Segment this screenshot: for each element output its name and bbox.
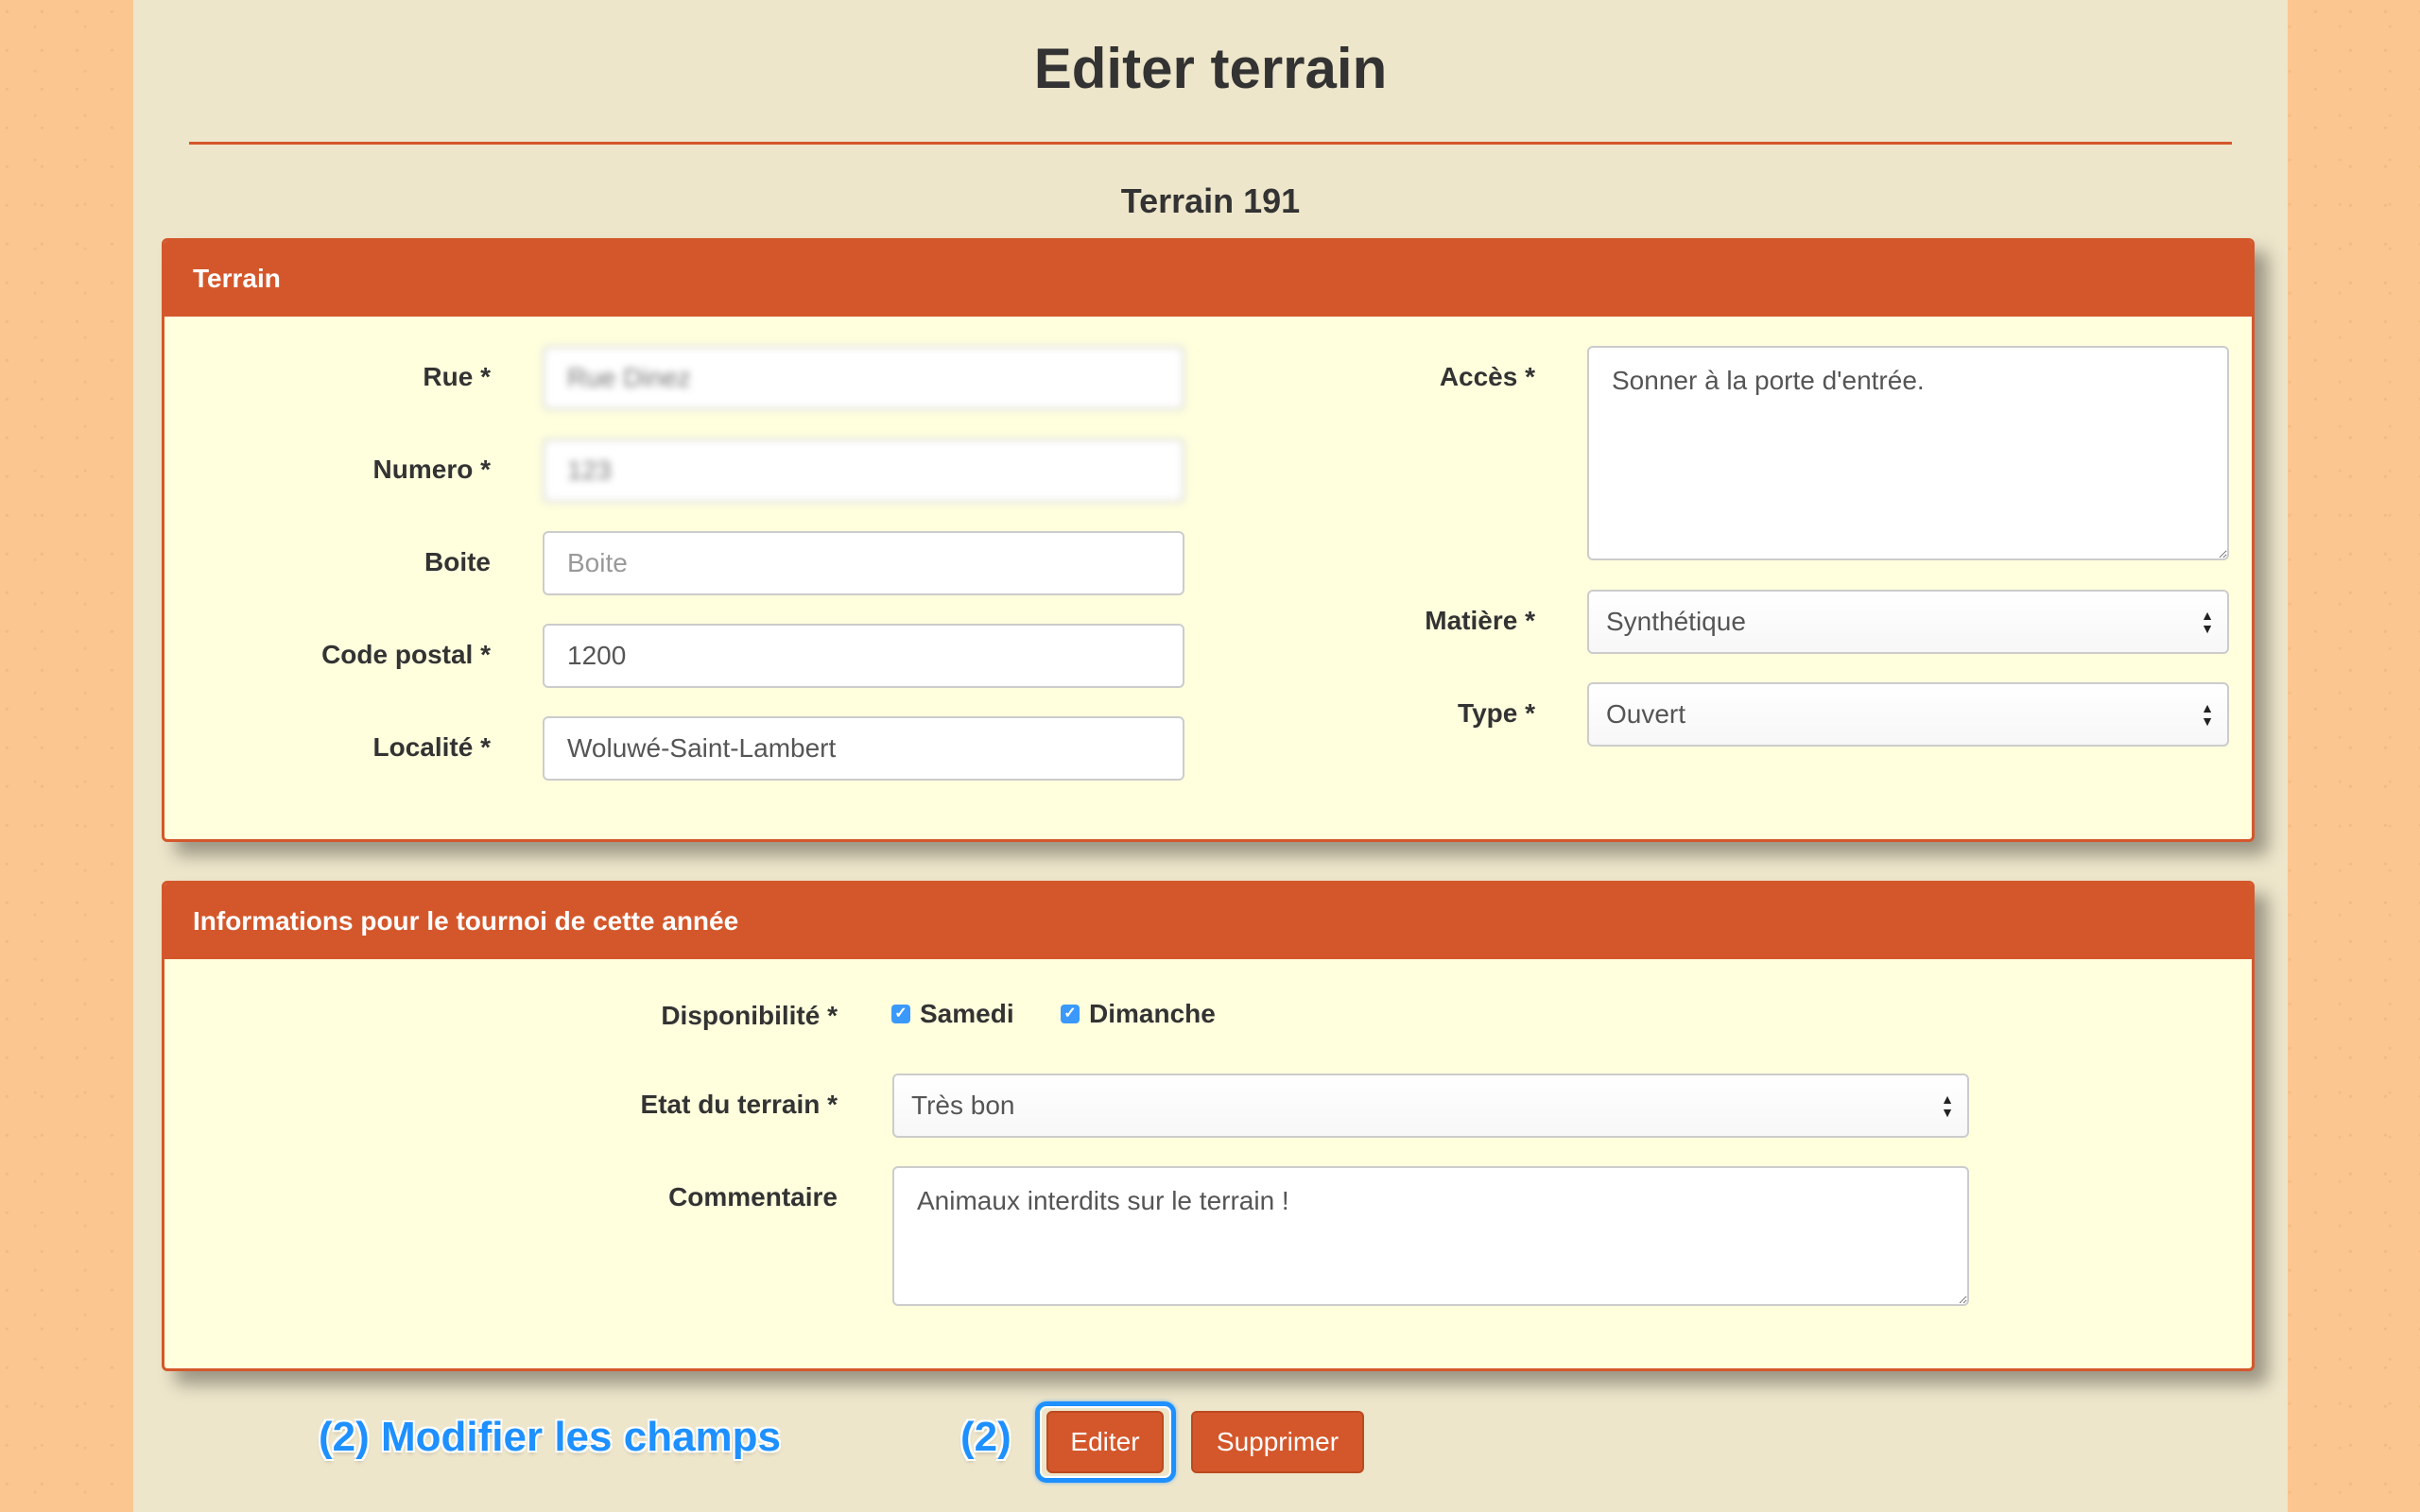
commentaire-label: Commentaire — [668, 1182, 838, 1211]
check-icon[interactable]: ✓ — [891, 1005, 910, 1023]
acces-label: Accès * — [1439, 362, 1535, 391]
localite-label: Localité * — [372, 732, 491, 762]
numero-label: Numero * — [372, 455, 491, 484]
matiere-select-value: Synthétique — [1606, 607, 1746, 636]
dimanche-checkbox-group[interactable]: ✓ Dimanche — [1061, 999, 1216, 1029]
page-title: Editer terrain — [1033, 37, 1388, 100]
supprimer-button[interactable]: Supprimer — [1191, 1411, 1364, 1473]
matiere-label: Matière * — [1425, 606, 1535, 635]
etat-select-value: Très bon — [911, 1091, 1015, 1120]
etat-label: Etat du terrain * — [640, 1090, 838, 1119]
type-select[interactable]: Ouvert ▲ ▼ — [1587, 682, 2229, 747]
type-select-value: Ouvert — [1606, 699, 1686, 729]
rue-input[interactable] — [543, 346, 1184, 410]
dimanche-label: Dimanche — [1089, 999, 1216, 1028]
step-marker: (2) — [960, 1414, 1011, 1460]
terrain-panel: Terrain Rue * Numero * Boite Code postal… — [162, 238, 2255, 842]
boite-label: Boite — [424, 547, 491, 576]
tournoi-panel: Informations pour le tournoi de cette an… — [162, 881, 2255, 1371]
localite-input[interactable] — [543, 716, 1184, 781]
step-annotation: (2) Modifier les champs — [319, 1414, 782, 1460]
commentaire-textarea[interactable]: Animaux interdits sur le terrain ! — [892, 1166, 1969, 1306]
disponibilite-label: Disponibilité * — [661, 1001, 838, 1030]
type-label: Type * — [1458, 698, 1535, 728]
matiere-select[interactable]: Synthétique ▲ ▼ — [1587, 590, 2229, 654]
terrain-subtitle: Terrain 191 — [1120, 181, 1301, 220]
terrain-panel-heading: Terrain — [164, 241, 2252, 317]
samedi-checkbox-group[interactable]: ✓ Samedi — [891, 999, 1014, 1029]
code-postal-label: Code postal * — [321, 640, 491, 669]
code-postal-input[interactable] — [543, 624, 1184, 688]
page-container: Editer terrain Terrain 191 Terrain Rue *… — [133, 0, 2288, 1512]
select-arrows-icon: ▲ ▼ — [1941, 1091, 1954, 1120]
editer-button[interactable]: Editer — [1046, 1411, 1164, 1473]
title-divider — [189, 142, 2232, 145]
etat-select[interactable]: Très bon ▲ ▼ — [892, 1074, 1969, 1138]
check-icon[interactable]: ✓ — [1061, 1005, 1080, 1023]
boite-input[interactable] — [543, 531, 1184, 595]
acces-textarea[interactable]: Sonner à la porte d'entrée. — [1587, 346, 2229, 560]
tournoi-panel-heading: Informations pour le tournoi de cette an… — [164, 884, 2252, 959]
samedi-label: Samedi — [920, 999, 1014, 1028]
select-arrows-icon: ▲ ▼ — [2201, 700, 2214, 729]
rue-label: Rue * — [423, 362, 491, 391]
numero-input[interactable] — [543, 438, 1184, 503]
select-arrows-icon: ▲ ▼ — [2201, 608, 2214, 636]
